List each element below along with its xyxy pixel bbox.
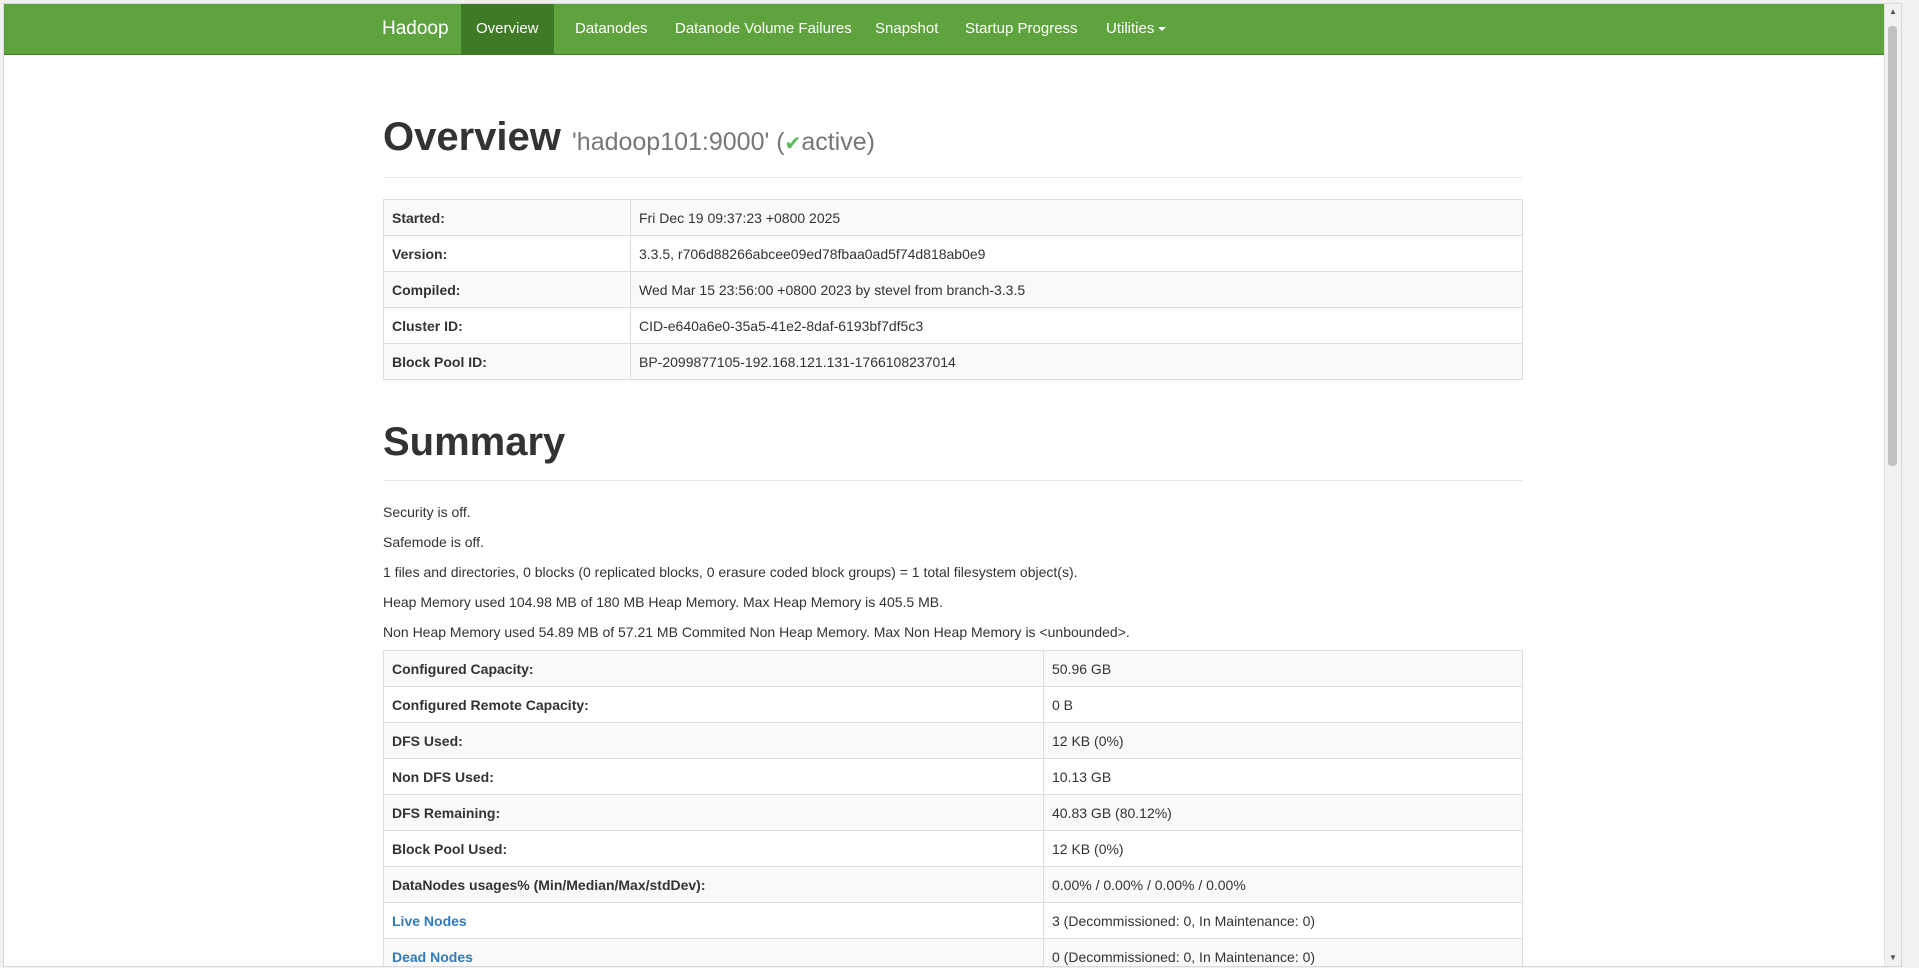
overview-table: Started: Fri Dec 19 09:37:23 +0800 2025 V…: [383, 199, 1523, 380]
scroll-down-arrow-icon[interactable]: ▼: [1885, 950, 1901, 966]
summary-table: Configured Capacity: 50.96 GB Configured …: [383, 650, 1523, 966]
table-row: Dead Nodes 0 (Decommissioned: 0, In Maint…: [383, 938, 1523, 966]
row-key: Configured Remote Capacity:: [383, 686, 1044, 723]
row-key: Version:: [383, 235, 631, 272]
row-value: 3.3.5, r706d88266abcee09ed78fbaa0ad5f74d…: [630, 235, 1523, 272]
row-value: Wed Mar 15 23:56:00 +0800 2023 by stevel…: [630, 271, 1523, 308]
dead-nodes-link[interactable]: Dead Nodes: [392, 949, 473, 965]
overview-heading: Overview 'hadoop101:9000' (✔active): [383, 115, 875, 160]
summary-heading: Summary: [383, 420, 566, 464]
security-status: Security is off.: [383, 504, 471, 520]
row-value: Fri Dec 19 09:37:23 +0800 2025: [630, 199, 1523, 236]
row-value: 0 B: [1043, 686, 1523, 723]
divider: [383, 177, 1522, 178]
table-row: Compiled: Wed Mar 15 23:56:00 +0800 2023 …: [383, 271, 1523, 308]
table-row: Cluster ID: CID-e640a6e0-35a5-41e2-8daf-6…: [383, 307, 1523, 344]
row-value: 50.96 GB: [1043, 650, 1523, 687]
table-row: DFS Used: 12 KB (0%): [383, 722, 1523, 759]
nav-overview[interactable]: Overview: [461, 4, 554, 54]
row-key: DataNodes usages% (Min/Median/Max/stdDev…: [383, 866, 1044, 903]
nav-snapshot[interactable]: Snapshot: [860, 4, 953, 54]
browser-viewport: Hadoop Overview Datanodes Datanode Volum…: [3, 3, 1902, 967]
row-key: DFS Remaining:: [383, 794, 1044, 831]
scrollbar-thumb[interactable]: [1888, 26, 1897, 466]
check-icon: ✔: [784, 133, 802, 155]
table-row: DataNodes usages% (Min/Median/Max/stdDev…: [383, 866, 1523, 903]
row-value: 12 KB (0%): [1043, 830, 1523, 867]
overview-title: Overview: [383, 115, 561, 159]
table-row: Version: 3.3.5, r706d88266abcee09ed78fbaa…: [383, 235, 1523, 272]
row-value: 40.83 GB (80.12%): [1043, 794, 1523, 831]
safemode-status: Safemode is off.: [383, 534, 484, 550]
row-value: BP-2099877105-192.168.121.131-1766108237…: [630, 343, 1523, 380]
nav-utilities-label: Utilities: [1106, 20, 1155, 37]
vertical-scrollbar[interactable]: ▲ ▼: [1884, 4, 1901, 966]
row-key: Cluster ID:: [383, 307, 631, 344]
live-nodes-link[interactable]: Live Nodes: [392, 913, 467, 929]
divider: [383, 480, 1522, 481]
row-key: Configured Capacity:: [383, 650, 1044, 687]
row-value: CID-e640a6e0-35a5-41e2-8daf-6193bf7df5c3: [630, 307, 1523, 344]
table-row: Block Pool Used: 12 KB (0%): [383, 830, 1523, 867]
nav-datanodes[interactable]: Datanodes: [560, 4, 663, 54]
table-row: DFS Remaining: 40.83 GB (80.12%): [383, 794, 1523, 831]
state-open-paren: (: [776, 128, 785, 156]
row-key: Block Pool ID:: [383, 343, 631, 380]
row-key: Live Nodes: [383, 902, 1044, 939]
caret-down-icon: [1158, 27, 1167, 32]
table-row: Started: Fri Dec 19 09:37:23 +0800 2025: [383, 199, 1523, 236]
table-row: Block Pool ID: BP-2099877105-192.168.121.…: [383, 343, 1523, 380]
nav-startup-progress[interactable]: Startup Progress: [950, 4, 1093, 54]
state-close-paren: ): [866, 128, 875, 156]
row-value: 3 (Decommissioned: 0, In Maintenance: 0): [1043, 902, 1523, 939]
namenode-state: active: [801, 128, 867, 156]
row-key: DFS Used:: [383, 722, 1044, 759]
namenode-address: 'hadoop101:9000': [572, 128, 770, 156]
row-value: 12 KB (0%): [1043, 722, 1523, 759]
table-row: Live Nodes 3 (Decommissioned: 0, In Maint…: [383, 902, 1523, 939]
row-key: Block Pool Used:: [383, 830, 1044, 867]
top-navbar: Hadoop Overview Datanodes Datanode Volum…: [4, 4, 1901, 55]
brand-logo[interactable]: Hadoop: [382, 4, 449, 54]
nav-utilities-dropdown[interactable]: Utilities: [1091, 4, 1181, 54]
row-value: 10.13 GB: [1043, 758, 1523, 795]
overview-subtitle: 'hadoop101:9000' (✔active): [572, 128, 875, 156]
row-key: Non DFS Used:: [383, 758, 1044, 795]
row-key: Dead Nodes: [383, 938, 1044, 966]
row-key: Compiled:: [383, 271, 631, 308]
table-row: Configured Capacity: 50.96 GB: [383, 650, 1523, 687]
table-row: Configured Remote Capacity: 0 B: [383, 686, 1523, 723]
row-value: 0 (Decommissioned: 0, In Maintenance: 0): [1043, 938, 1523, 966]
heap-memory-summary: Heap Memory used 104.98 MB of 180 MB Hea…: [383, 594, 943, 610]
row-value: 0.00% / 0.00% / 0.00% / 0.00%: [1043, 866, 1523, 903]
filesystem-objects-summary: 1 files and directories, 0 blocks (0 rep…: [383, 564, 1078, 580]
non-heap-memory-summary: Non Heap Memory used 54.89 MB of 57.21 M…: [383, 624, 1130, 640]
table-row: Non DFS Used: 10.13 GB: [383, 758, 1523, 795]
row-key: Started:: [383, 199, 631, 236]
scroll-up-arrow-icon[interactable]: ▲: [1885, 4, 1901, 20]
nav-datanode-volume-failures[interactable]: Datanode Volume Failures: [660, 4, 867, 54]
